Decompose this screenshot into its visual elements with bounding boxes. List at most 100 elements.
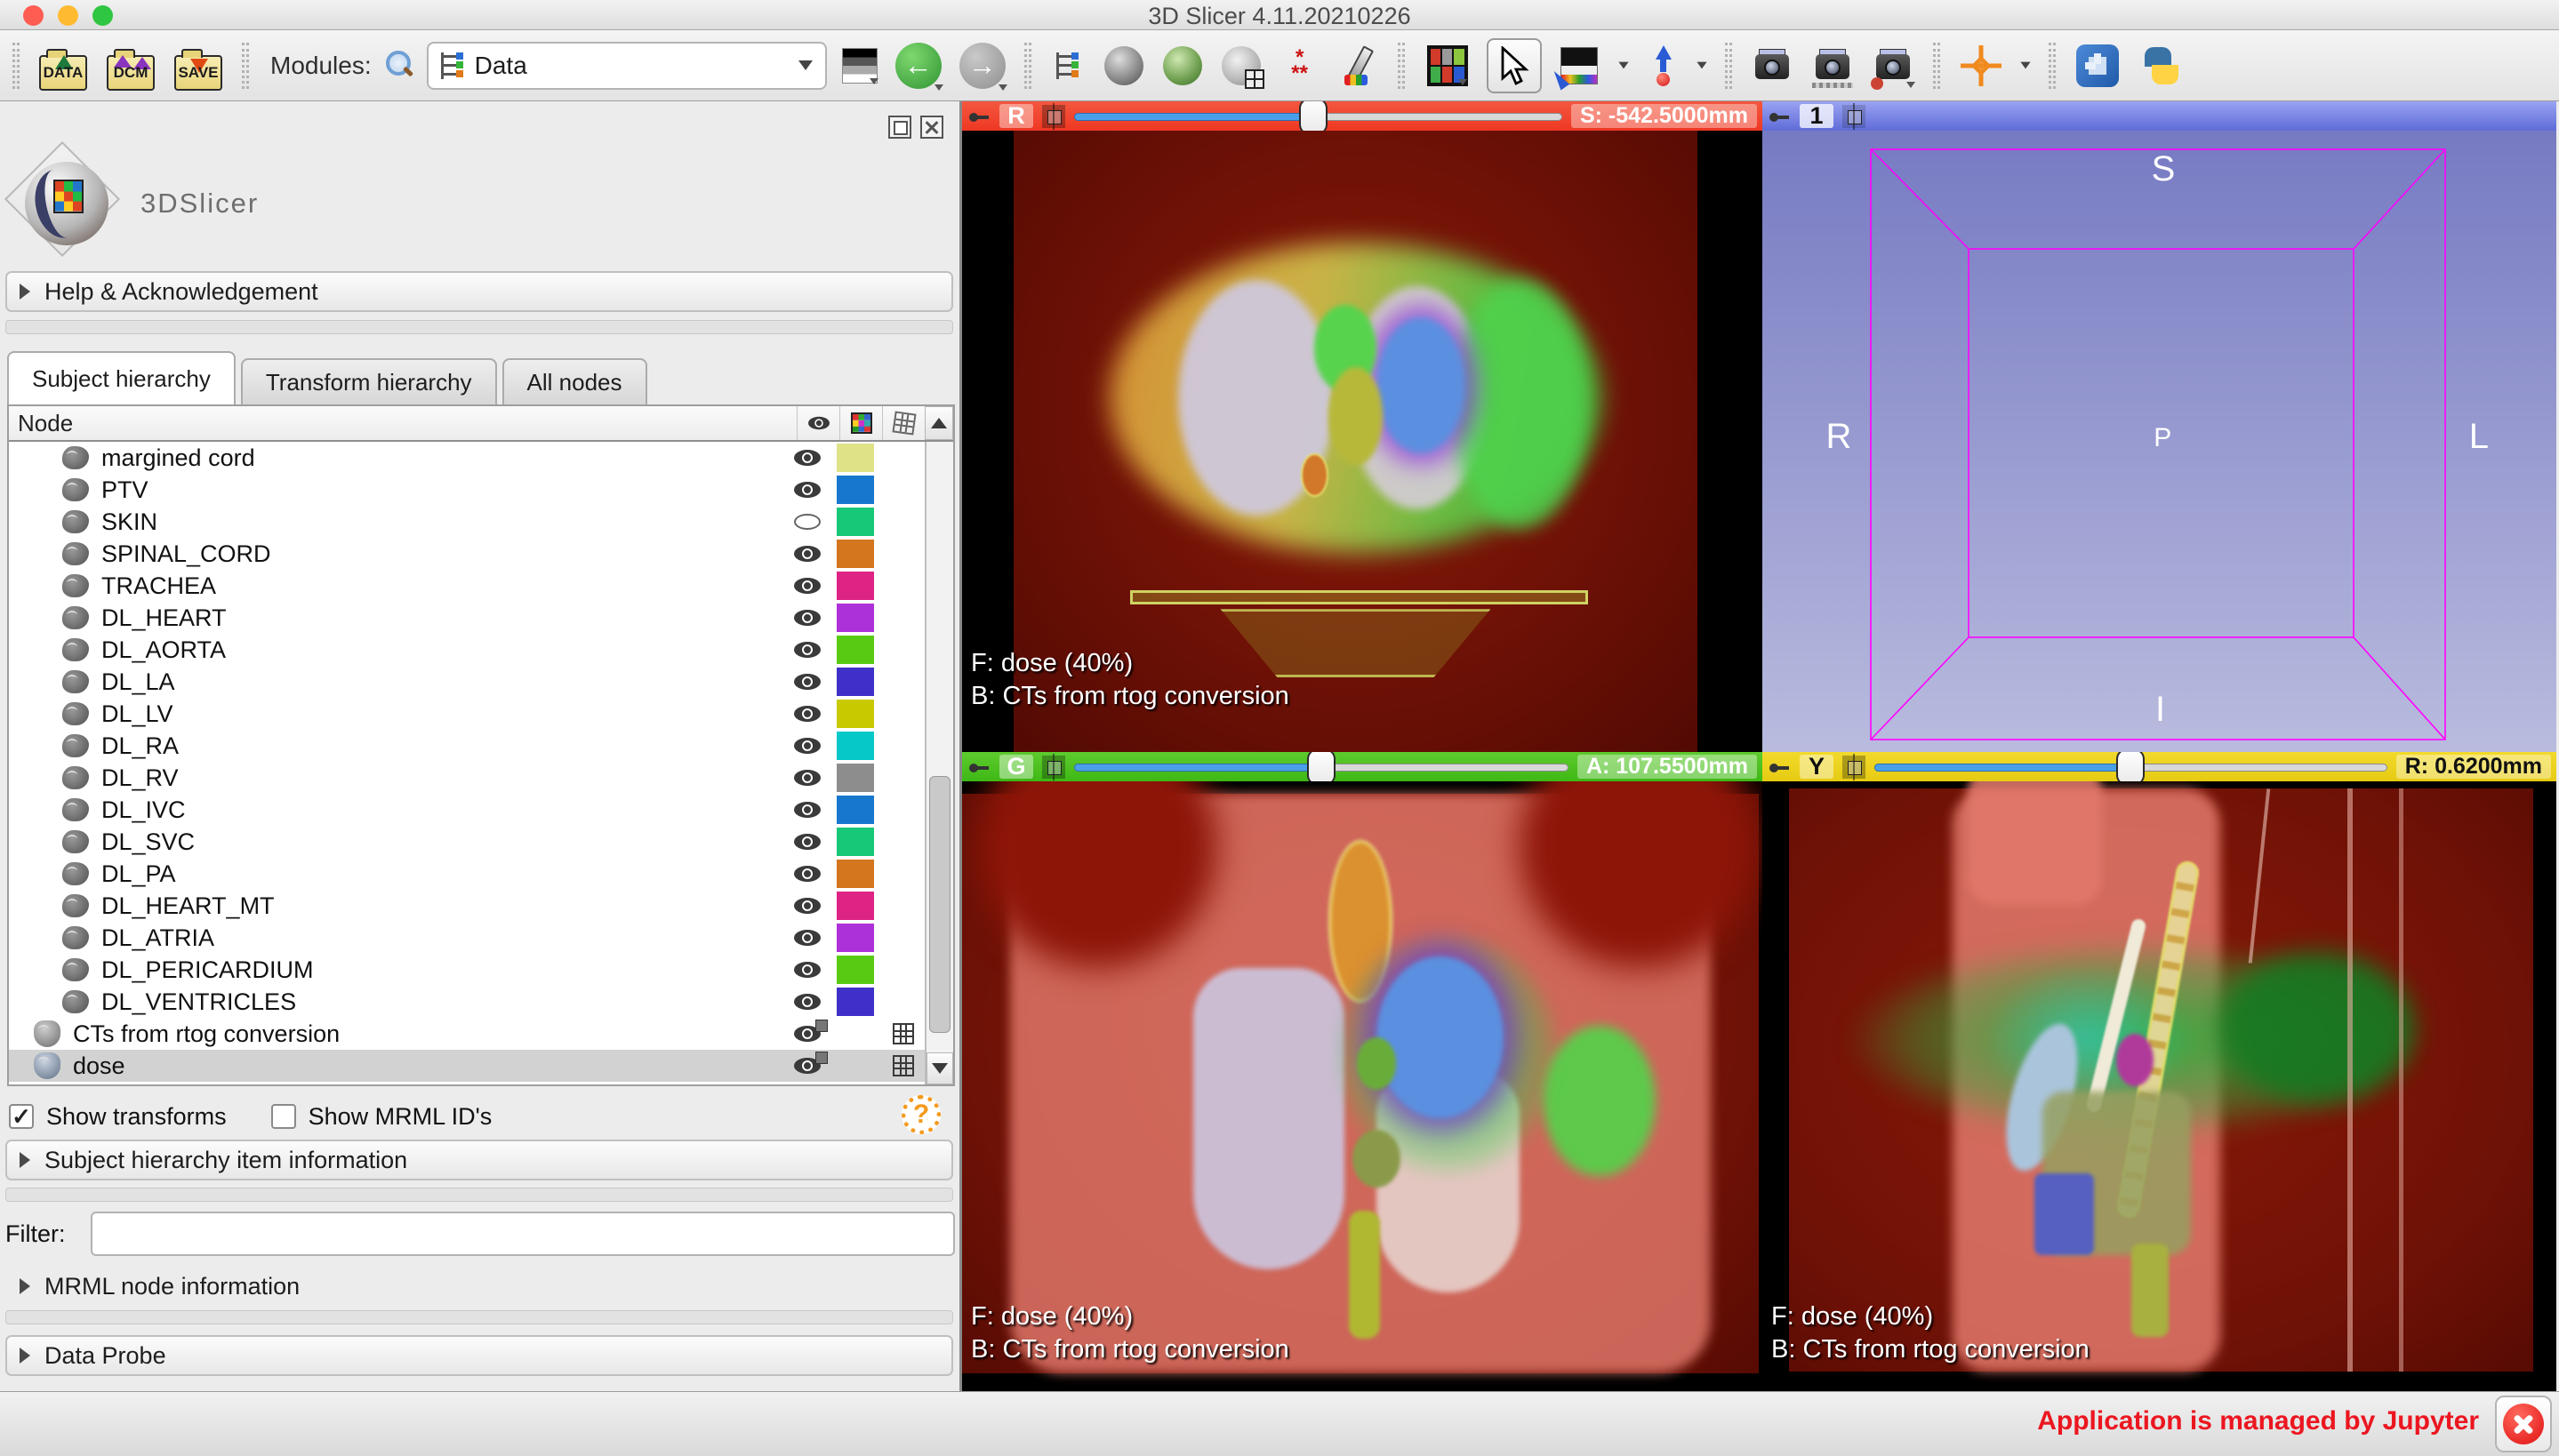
node-transform-cell[interactable]: [882, 1023, 925, 1044]
crosshair-button[interactable]: [1956, 38, 2006, 93]
threed-viewport[interactable]: S I R L P: [1762, 131, 2556, 752]
visibility-toggle[interactable]: [786, 866, 829, 882]
visibility-toggle[interactable]: [786, 610, 829, 626]
module-selector[interactable]: Data: [426, 41, 827, 90]
extensions-manager-button[interactable]: [2072, 38, 2123, 93]
tree-row[interactable]: DL_LV: [9, 698, 925, 730]
scene-view-capture-button[interactable]: [1809, 38, 1857, 93]
slider-handle[interactable]: [1306, 752, 1336, 786]
module-history-button[interactable]: [839, 38, 880, 93]
show-mrml-ids-checkbox[interactable]: [270, 1104, 296, 1129]
tab-transform-hierarchy[interactable]: Transform hierarchy: [240, 358, 497, 404]
tree-row[interactable]: dose: [9, 1050, 925, 1082]
help-acknowledgement-section[interactable]: Help & Acknowledgement: [5, 271, 953, 312]
node-color-cell[interactable]: [829, 668, 882, 696]
toolbar-grip[interactable]: [2048, 42, 2056, 89]
yellow-slice-slider[interactable]: [1874, 752, 2387, 786]
tree-row[interactable]: DL_SVC: [9, 826, 925, 858]
scrollbar-thumb[interactable]: [929, 775, 951, 1034]
node-color-cell[interactable]: [829, 796, 882, 824]
node-color-cell[interactable]: [829, 572, 882, 600]
toolbar-grip[interactable]: [12, 42, 20, 89]
visibility-toggle[interactable]: [786, 514, 829, 530]
node-color-cell[interactable]: [829, 476, 882, 504]
mrml-node-info-section[interactable]: MRML node information: [5, 1266, 953, 1307]
help-question-icon[interactable]: ?: [902, 1095, 941, 1134]
undock-panel-icon[interactable]: [888, 116, 911, 139]
node-color-cell[interactable]: [829, 444, 882, 472]
red-slice-slider[interactable]: [1074, 101, 1562, 135]
visibility-toggle[interactable]: [786, 546, 829, 562]
toolbar-grip[interactable]: [1397, 42, 1405, 89]
slice-link-icon[interactable]: [1042, 753, 1065, 780]
visibility-toggle[interactable]: [786, 1052, 829, 1074]
visibility-toggle[interactable]: [786, 674, 829, 690]
load-dicom-button[interactable]: DCM: [103, 38, 158, 93]
tree-row[interactable]: margined cord: [9, 442, 925, 474]
load-data-button[interactable]: DATA: [36, 38, 91, 93]
tree-row[interactable]: DL_RA: [9, 730, 925, 762]
node-color-cell[interactable]: [829, 732, 882, 760]
node-color-cell[interactable]: [829, 540, 882, 568]
node-color-cell[interactable]: [829, 988, 882, 1016]
tree-row[interactable]: SKIN: [9, 506, 925, 538]
visibility-toggle[interactable]: [786, 770, 829, 786]
sagittal-slice-viewport[interactable]: F: dose (40%) B: CTs from rtog conversio…: [1762, 781, 2556, 1391]
tree-row[interactable]: DL_RV: [9, 762, 925, 794]
node-color-cell[interactable]: [829, 956, 882, 984]
tree-header-node-column[interactable]: Node: [9, 410, 797, 437]
visibility-toggle[interactable]: [786, 898, 829, 914]
visibility-toggle[interactable]: [786, 450, 829, 466]
scroll-up-button[interactable]: [925, 406, 953, 440]
node-transform-cell[interactable]: [882, 1055, 925, 1076]
coronal-slice-viewport[interactable]: F: dose (40%) B: CTs from rtog conversio…: [962, 781, 1762, 1391]
visibility-toggle[interactable]: [786, 802, 829, 818]
visibility-toggle[interactable]: [786, 962, 829, 978]
pushpin-icon[interactable]: [967, 108, 991, 125]
slider-handle[interactable]: [2116, 752, 2146, 786]
slider-handle[interactable]: [1299, 101, 1328, 135]
node-color-cell[interactable]: [829, 828, 882, 856]
data-probe-section[interactable]: Data Probe: [5, 1335, 953, 1376]
module-forward-button[interactable]: →: [957, 38, 1008, 93]
pushpin-icon[interactable]: [967, 758, 991, 776]
tab-all-nodes[interactable]: All nodes: [501, 358, 647, 404]
tree-row[interactable]: DL_IVC: [9, 794, 925, 826]
visibility-toggle[interactable]: [786, 578, 829, 594]
toolbar-grip[interactable]: [1932, 42, 1940, 89]
tree-row[interactable]: DL_VENTRICLES: [9, 986, 925, 1018]
chevron-down-icon[interactable]: [2020, 61, 2031, 69]
spin-icon[interactable]: [1842, 102, 1865, 130]
python-console-button[interactable]: [2136, 38, 2187, 93]
tree-row[interactable]: PTV: [9, 474, 925, 506]
toolbar-grip[interactable]: [1724, 42, 1732, 89]
node-color-cell[interactable]: [829, 764, 882, 792]
node-color-cell[interactable]: [829, 860, 882, 888]
node-color-cell[interactable]: [829, 924, 882, 952]
node-color-cell[interactable]: [829, 508, 882, 536]
toolbar-grip[interactable]: [1023, 42, 1031, 89]
tree-row[interactable]: DL_PERICARDIUM: [9, 954, 925, 986]
node-color-cell[interactable]: [829, 636, 882, 664]
layout-selector-button[interactable]: [1421, 38, 1474, 93]
axial-slice-viewport[interactable]: F: dose (40%) B: CTs from rtog conversio…: [962, 131, 1762, 752]
pushpin-icon[interactable]: [1768, 758, 1791, 776]
subject-hierarchy-module-button[interactable]: [1047, 38, 1088, 93]
adjust-window-level-button[interactable]: [1554, 38, 1604, 93]
tree-header-visibility-column[interactable]: [797, 406, 839, 440]
chevron-down-icon[interactable]: [1618, 61, 1629, 69]
tree-row[interactable]: DL_PA: [9, 858, 925, 890]
tree-row[interactable]: DL_HEART_MT: [9, 890, 925, 922]
volume-rendering-button[interactable]: [1101, 38, 1147, 93]
tree-row[interactable]: CTs from rtog conversion: [9, 1018, 925, 1050]
tab-subject-hierarchy[interactable]: Subject hierarchy: [7, 351, 236, 404]
dismiss-notification-button[interactable]: [2495, 1396, 2552, 1452]
node-color-cell[interactable]: [829, 700, 882, 728]
green-slice-slider[interactable]: [1074, 752, 1568, 786]
module-back-button[interactable]: ←: [893, 38, 944, 93]
tree-header-transform-column[interactable]: [882, 406, 925, 440]
mouse-interaction-button[interactable]: [1486, 37, 1542, 93]
show-transforms-checkbox[interactable]: ✓: [9, 1103, 34, 1130]
tree-row[interactable]: SPINAL_CORD: [9, 538, 925, 570]
models-module-button[interactable]: [1159, 38, 1206, 93]
